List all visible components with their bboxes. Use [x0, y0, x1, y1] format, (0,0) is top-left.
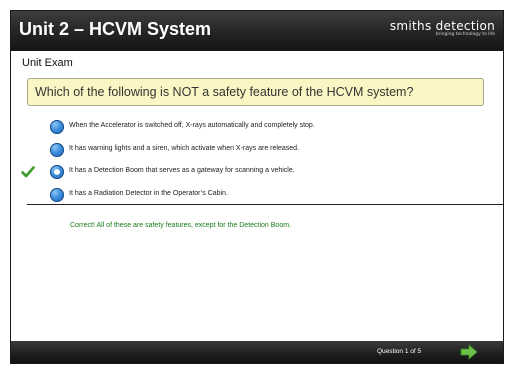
radio-button[interactable] [50, 143, 64, 157]
answer-option-label: It has a Detection Boom that serves as a… [69, 167, 295, 174]
brand-logo: smiths detection bringing technology to … [390, 20, 495, 38]
answer-option-label: It has warning lights and a siren, which… [69, 145, 299, 152]
answer-option-label: When the Accelerator is switched off, X-… [69, 122, 315, 129]
radio-button-selected[interactable] [50, 165, 64, 179]
divider [27, 204, 503, 205]
page-title: Unit 2 – HCVM System [19, 19, 212, 39]
header-bar: Unit 2 – HCVM System smiths detection br… [11, 11, 503, 51]
brand-name: smiths detection [389, 19, 495, 33]
answer-option-4[interactable]: It has a Radiation Detector in the Opera… [11, 185, 503, 205]
feedback-message: Correct! All of these are safety feature… [70, 222, 291, 229]
footer-bar: Question 1 of 5 [11, 341, 503, 363]
section-label: Unit Exam [22, 57, 73, 69]
radio-button[interactable] [50, 188, 64, 202]
question-text: Which of the following is NOT a safety f… [35, 85, 414, 99]
radio-button[interactable] [50, 120, 64, 134]
answer-option-1[interactable]: When the Accelerator is switched off, X-… [11, 117, 503, 137]
answer-option-label: It has a Radiation Detector in the Opera… [69, 190, 228, 197]
check-icon [21, 166, 35, 178]
answer-option-3[interactable]: It has a Detection Boom that serves as a… [11, 162, 503, 182]
question-progress: Question 1 of 5 [377, 348, 422, 355]
answer-option-2[interactable]: It has warning lights and a siren, which… [11, 140, 503, 160]
next-arrow-icon[interactable] [460, 344, 478, 360]
app-window: Unit 2 – HCVM System smiths detection br… [10, 10, 504, 364]
question-box: Which of the following is NOT a safety f… [27, 78, 484, 106]
